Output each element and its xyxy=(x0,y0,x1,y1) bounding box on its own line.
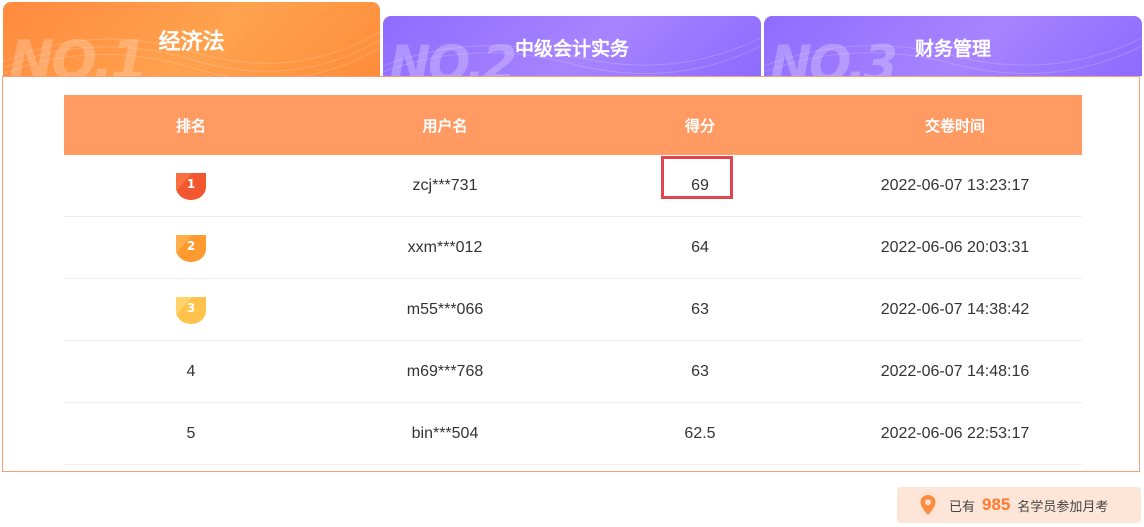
header-score: 得分 xyxy=(684,116,715,135)
participant-suffix: 名学员参加月考 xyxy=(1017,499,1109,515)
table-header: 排名 用户名 得分 交卷时间 xyxy=(64,95,1082,155)
leaderboard-panel: 排名 用户名 得分 交卷时间 1 zcj***731 69 2022-06-07… xyxy=(2,76,1140,472)
tab-jingjifa[interactable]: NO.1 经济法 xyxy=(3,2,380,76)
submit-time-cell: 2022-06-06 22:53:17 xyxy=(880,424,1030,442)
tab-label: 中级会计实务 xyxy=(514,38,629,60)
table-row: 5 bin***504 62.5 2022-06-06 22:53:17 xyxy=(64,403,1082,465)
tab-label: 财务管理 xyxy=(914,38,991,60)
score-cell: 63 xyxy=(691,300,709,318)
score-cell: 69 xyxy=(572,155,828,199)
header-submit-time: 交卷时间 xyxy=(924,116,985,135)
header-username: 用户名 xyxy=(422,116,468,135)
participant-prefix: 已有 xyxy=(949,499,976,515)
username-cell: m55***066 xyxy=(406,300,484,318)
table-row: 1 zcj***731 69 2022-06-07 13:23:17 xyxy=(64,155,1082,217)
table-row: 2 xxm***012 64 2022-06-06 20:03:31 xyxy=(64,217,1082,279)
username-cell: xxm***012 xyxy=(407,238,483,256)
username-cell: bin***504 xyxy=(411,424,479,442)
rank-cell: 2 xyxy=(64,233,318,263)
score-cell: 62.5 xyxy=(684,424,716,442)
tab-caiwu-guanli[interactable]: NO.3 财务管理 xyxy=(764,16,1142,76)
rank-cell: 4 xyxy=(186,362,196,380)
username-cell: m69***768 xyxy=(406,362,484,380)
rank-cell: 1 xyxy=(64,171,318,201)
header-rank: 排名 xyxy=(175,116,206,135)
score-cell: 63 xyxy=(691,362,709,380)
submit-time-cell: 2022-06-07 13:23:17 xyxy=(880,176,1030,194)
tab-zhongji-kuaiji-shiwu[interactable]: NO.2 中级会计实务 xyxy=(383,16,761,76)
score-highlight-box xyxy=(661,155,734,199)
rank-cell: 5 xyxy=(186,424,196,442)
table-row: 4 m69***768 63 2022-06-07 14:48:16 xyxy=(64,341,1082,403)
rank-cell: 3 xyxy=(64,295,318,325)
tab-label: 经济法 xyxy=(158,30,225,55)
submit-time-cell: 2022-06-07 14:38:42 xyxy=(880,300,1030,318)
rank-medal-icon: 3 xyxy=(174,295,208,325)
username-cell: zcj***731 xyxy=(412,176,478,194)
submit-time-cell: 2022-06-07 14:48:16 xyxy=(880,362,1030,380)
rank-medal-icon: 2 xyxy=(174,233,208,263)
participant-count: 985 xyxy=(982,495,1011,514)
submit-time-cell: 2022-06-06 20:03:31 xyxy=(880,238,1030,256)
participant-count-badge: 已有 985 名学员参加月考 xyxy=(897,487,1141,523)
score-cell: 64 xyxy=(691,238,709,256)
table-row: 3 m55***066 63 2022-06-07 14:38:42 xyxy=(64,279,1082,341)
location-pin-icon xyxy=(920,495,936,515)
leaderboard-table: 排名 用户名 得分 交卷时间 1 zcj***731 69 2022-06-07… xyxy=(64,95,1082,465)
rank-medal-icon: 1 xyxy=(174,171,208,201)
